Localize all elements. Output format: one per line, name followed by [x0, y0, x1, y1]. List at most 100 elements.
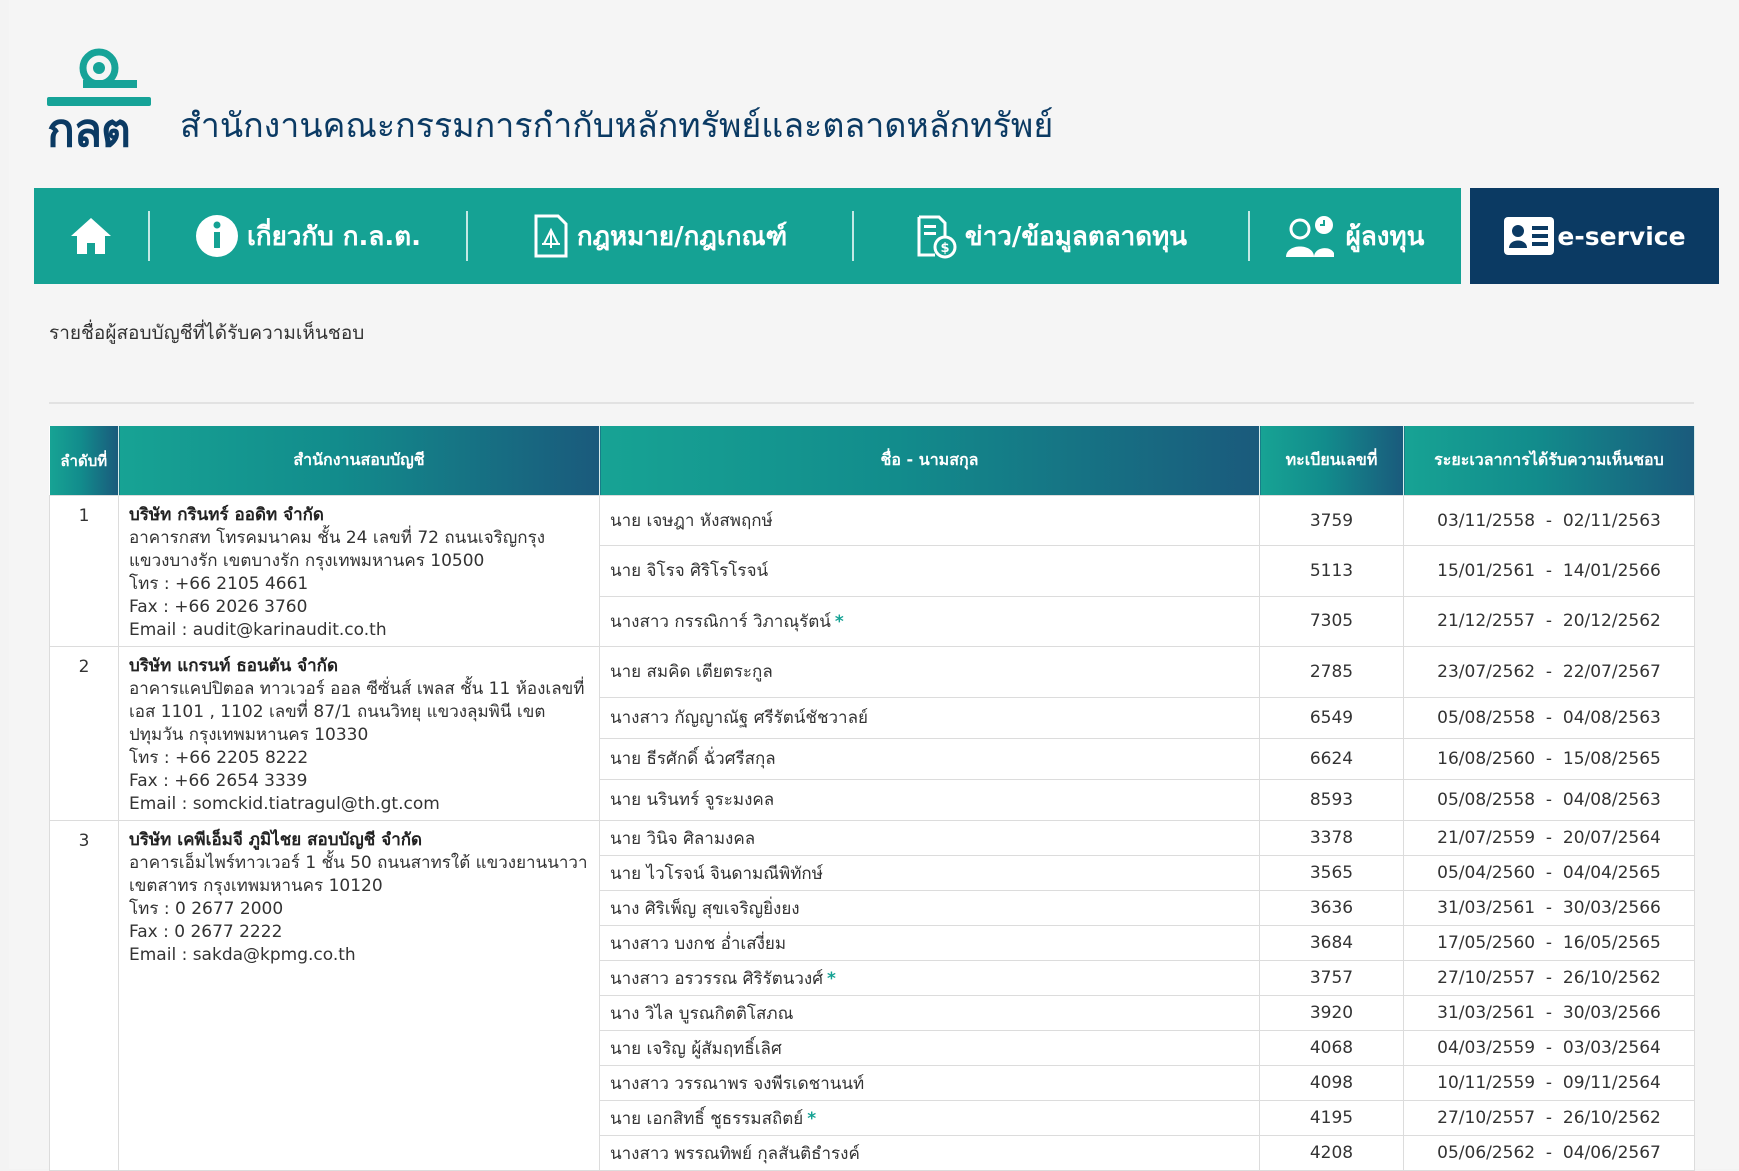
home-icon: [71, 218, 111, 254]
firm-cell: บริษัท กรินทร์ ออดิท จำกัด อาคารกสท โทรคม…: [118, 495, 600, 647]
org-title: สำนักงานคณะกรรมการกำกับหลักทรัพย์และตลาด…: [180, 106, 1054, 146]
registration-number: 4098: [1259, 1065, 1404, 1101]
auditor-name-cell: นาง วิไล บูรณกิตติโสภณ: [599, 995, 1260, 1031]
table-row: 3 บริษัท เคพีเอ็มจี ภูมิไชย สอบบัญชี จำกั…: [49, 820, 1695, 1171]
firm-cell: บริษัท แกรนท์ ธอนตัน จำกัด อาคารแคปปิตอล …: [118, 646, 600, 821]
auditor-name: นาย เอกสิทธิ์ ชูธรรมสถิตย์: [610, 1108, 804, 1129]
nav-item-investor[interactable]: ผู้ลงทุน: [1250, 188, 1458, 284]
page-title: รายชื่อผู้สอบบัญชีที่ได้รับความเห็นชอบ: [49, 322, 365, 344]
auditor-name: นางสาว พรรณทิพย์ กุลสันติธำรงค์: [610, 1143, 860, 1164]
approval-period: 21/12/2557 - 20/12/2562: [1403, 595, 1695, 648]
auditor-name: นาย จิโรจ ศิริโรโรจน์: [610, 561, 769, 582]
nav-item-label: ข่าว/ข้อมูลตลาดทุน: [964, 221, 1188, 252]
firm-fax: Fax : +66 2026 3760: [129, 597, 308, 617]
site-header: กลต สำนักงานคณะกรรมการกำกับหลักทรัพย์และ…: [47, 40, 1727, 160]
auditor-name-cell: นาย ไวโรจน์ จินดามณีพิทักษ์: [599, 855, 1260, 891]
firm-email[interactable]: Email : somckid.tiatragul@th.gt.com: [129, 793, 589, 816]
registration-number: 7305: [1259, 595, 1404, 648]
approval-period: 27/10/2557 - 26/10/2562: [1403, 960, 1695, 996]
firm-cell: บริษัท เคพีเอ็มจี ภูมิไชย สอบบัญชี จำกัด…: [118, 820, 600, 1171]
firm-address: อาคารเอ็มไพร์ทาวเวอร์ 1 ชั้น 50 ถนนสาทรใ…: [129, 853, 588, 896]
auditor-name: นางสาว กัญญาณัฐ ศรีรัตน์ชัชวาลย์: [610, 708, 868, 729]
firm-name: บริษัท แกรนท์ ธอนตัน จำกัด: [129, 656, 339, 676]
auditor-name-cell: นางสาว กรรณิการ์ วิภาณุรัตน์ *: [599, 595, 1260, 648]
table-header-row: ลำดับที่ สำนักงานสอบบัญชี ชื่อ - นามสกุล…: [49, 426, 1695, 496]
approval-period: 21/07/2559 - 20/07/2564: [1403, 820, 1695, 856]
id-card-icon: [1503, 216, 1555, 256]
divider: [49, 402, 1694, 404]
approval-period: 31/03/2561 - 30/03/2566: [1403, 995, 1695, 1031]
auditor-name-cell: นาย ธีรศักดิ์ ฉั่วศรีสกุล: [599, 737, 1260, 780]
auditor-name: นาย เจริญ ผู้สัมฤทธิ์เลิศ: [610, 1038, 782, 1059]
row-number: 1: [49, 495, 119, 647]
table-row: 1 บริษัท กรินทร์ ออดิท จำกัด อาคารกสท โทรค…: [49, 494, 1695, 647]
auditor-name-cell: นาย วินิจ ศิลามงคล: [599, 820, 1260, 856]
registration-number: 8593: [1259, 778, 1404, 822]
approval-period: 03/11/2558 - 02/11/2563: [1403, 494, 1695, 547]
auditor-name: นาง วิไล บูรณกิตติโสภณ: [610, 1003, 794, 1024]
nav-item-label: กฎหมาย/กฎเกณฑ์: [576, 221, 788, 252]
registration-number: 3920: [1259, 995, 1404, 1031]
sec-logo[interactable]: กลต: [47, 48, 151, 156]
col-header-reg: ทะเบียนเลขที่: [1259, 426, 1404, 496]
firm-email[interactable]: Email : audit@karinaudit.co.th: [129, 619, 589, 642]
auditor-name-cell: นางสาว อรวรรณ ศิริรัตนวงศ์ *: [599, 960, 1260, 996]
firm-phone: โทร : +66 2105 4661: [129, 574, 309, 594]
registration-number: 5113: [1259, 545, 1404, 597]
firm-phone: โทร : +66 2205 8222: [129, 748, 309, 768]
eservice-label: e-service: [1557, 221, 1686, 251]
auditor-name: นางสาว วรรณาพร จงพีรเดชานนท์: [610, 1073, 865, 1094]
firm-email[interactable]: Email : sakda@kpmg.co.th: [129, 944, 589, 967]
auditor-name-cell: นาย เจริญ ผู้สัมฤทธิ์เลิศ: [599, 1030, 1260, 1066]
firm-phone: โทร : 0 2677 2000: [129, 899, 284, 919]
logo-mark-icon: [79, 48, 137, 88]
approval-period: 05/08/2558 - 04/08/2563: [1403, 778, 1695, 822]
nav-item-news[interactable]: $ ข่าว/ข้อมูลตลาดทุน: [854, 188, 1248, 284]
auditor-name-cell: นาย เจษฎา หังสพฤกษ์: [599, 494, 1260, 547]
eservice-button[interactable]: e-service: [1470, 188, 1719, 284]
firm-fax: Fax : +66 2654 3339: [129, 771, 308, 791]
nav-item-about[interactable]: เกี่ยวกับ ก.ล.ต.: [150, 188, 466, 284]
table-row: 2 บริษัท แกรนท์ ธอนตัน จำกัด อาคารแคปปิตอล…: [49, 646, 1695, 821]
auditor-name: นาง ศิริเพ็ญ สุขเจริญยิ่งยง: [610, 898, 800, 919]
registration-number: 4195: [1259, 1100, 1404, 1136]
law-document-icon: [533, 214, 569, 258]
auditor-name: นางสาว อรวรรณ ศิริรัตนวงศ์: [610, 968, 824, 989]
firm-fax: Fax : 0 2677 2222: [129, 922, 283, 942]
approval-period: 31/03/2561 - 30/03/2566: [1403, 890, 1695, 926]
registration-number: 3378: [1259, 820, 1404, 856]
registration-number: 3757: [1259, 960, 1404, 996]
auditor-name: นางสาว กรรณิการ์ วิภาณุรัตน์: [610, 611, 831, 632]
col-header-firm: สำนักงานสอบบัญชี: [118, 426, 600, 496]
approval-period: 27/10/2557 - 26/10/2562: [1403, 1100, 1695, 1136]
auditor-name-cell: นาย เอกสิทธิ์ ชูธรรมสถิตย์ *: [599, 1100, 1260, 1136]
firm-address: อาคารกสท โทรคมนาคม ชั้น 24 เลขที่ 72 ถนน…: [129, 528, 546, 571]
page: กลต สำนักงานคณะกรรมการกำกับหลักทรัพย์และ…: [9, 0, 1739, 1171]
firm-name: บริษัท เคพีเอ็มจี ภูมิไชย สอบบัญชี จำกัด: [129, 830, 423, 850]
auditor-name: นางสาว บงกช อ่ำเสงี่ยม: [610, 933, 787, 954]
auditor-name: นาย ไวโรจน์ จินดามณีพิทักษ์: [610, 863, 823, 884]
approval-period: 05/06/2562 - 04/06/2567: [1403, 1135, 1695, 1171]
auditor-name: นาย นรินทร์ จูระมงคล: [610, 790, 775, 811]
nav-home[interactable]: [34, 188, 148, 284]
nav-item-law[interactable]: กฎหมาย/กฎเกณฑ์: [468, 188, 852, 284]
info-icon: [195, 214, 239, 258]
col-header-order: ลำดับที่: [49, 426, 119, 496]
auditor-name-cell: นาง ศิริเพ็ญ สุขเจริญยิ่งยง: [599, 890, 1260, 926]
auditor-name: นาย สมคิด เตียตระกูล: [610, 662, 773, 683]
registration-number: 3684: [1259, 925, 1404, 961]
registration-number: 3636: [1259, 890, 1404, 926]
approval-period: 04/03/2559 - 03/03/2564: [1403, 1030, 1695, 1066]
auditor-name: นาย ธีรศักดิ์ ฉั่วศรีสกุล: [610, 749, 776, 770]
nav-bar: เกี่ยวกับ ก.ล.ต. กฎหมาย/กฎเกณฑ์ $ ข่าว/ข…: [34, 188, 1461, 284]
approval-period: 10/11/2559 - 09/11/2564: [1403, 1065, 1695, 1101]
col-header-name: ชื่อ - นามสกุล: [599, 426, 1260, 496]
registration-number: 4068: [1259, 1030, 1404, 1066]
registration-number: 2785: [1259, 646, 1404, 698]
registration-number: 6624: [1259, 737, 1404, 780]
registration-number: 6549: [1259, 696, 1404, 739]
auditor-name-cell: นางสาว กัญญาณัฐ ศรีรัตน์ชัชวาลย์: [599, 696, 1260, 739]
approval-period: 16/08/2560 - 15/08/2565: [1403, 737, 1695, 780]
svg-text:$: $: [940, 241, 949, 256]
approval-period: 23/07/2562 - 22/07/2567: [1403, 646, 1695, 698]
